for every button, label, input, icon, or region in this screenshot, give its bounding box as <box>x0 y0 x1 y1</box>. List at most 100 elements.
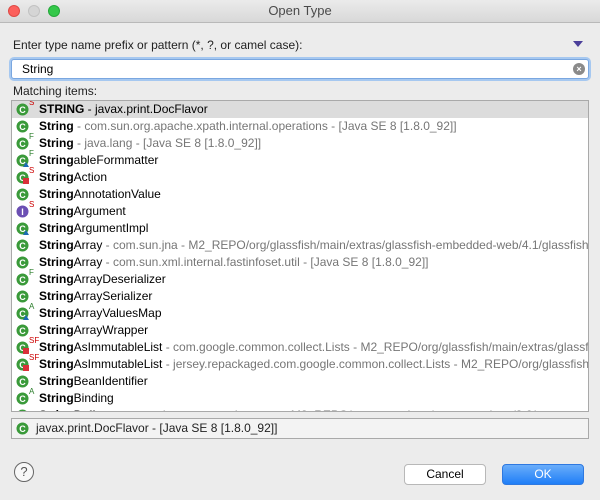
type-qualifier: - com.sun.jna - M2_REPO/org/glassfish/ma… <box>102 238 589 252</box>
svg-text:C: C <box>19 424 26 434</box>
match-text: String <box>39 323 74 337</box>
class-icon: C <box>16 290 29 303</box>
modifier-badge: F <box>29 149 34 158</box>
type-name-rest: Binding <box>73 391 114 405</box>
list-item[interactable]: C StringArraySerializer <box>12 288 588 305</box>
match-text: String <box>39 119 74 133</box>
list-item[interactable]: C S STRING - javax.print.DocFlavor <box>12 101 588 118</box>
match-text: String <box>39 238 74 252</box>
modifier-badge: SF <box>29 353 40 362</box>
svg-text:C: C <box>19 292 26 302</box>
class-icon: C <box>16 256 29 269</box>
list-item[interactable]: C StringArray - com.sun.xml.internal.fast… <box>12 254 588 271</box>
class-icon: C <box>16 137 29 150</box>
type-name-input[interactable] <box>12 60 582 78</box>
close-window-button[interactable] <box>8 5 20 17</box>
svg-text:C: C <box>19 275 26 285</box>
list-item[interactable]: C StringAnnotationValue <box>12 186 588 203</box>
list-item[interactable]: C StringBeanIdentifier <box>12 373 588 390</box>
list-item[interactable]: C StringBuffer - org.apache.commons.lang.… <box>12 407 588 412</box>
class-icon: C <box>16 120 29 133</box>
ok-button[interactable]: OK <box>502 464 584 485</box>
class-icon: C <box>16 409 29 412</box>
type-name-rest: AsImmutableList <box>73 357 163 371</box>
svg-text:C: C <box>19 258 26 268</box>
match-text: String <box>39 374 74 388</box>
class-default-icon: C <box>16 222 29 235</box>
class-icon: C <box>16 188 29 201</box>
modifier-badge: S <box>29 100 35 107</box>
match-text: String <box>39 306 74 320</box>
class-private-icon: C <box>16 341 29 354</box>
match-text: String <box>39 340 74 354</box>
type-name-rest: ArrayValuesMap <box>73 306 162 320</box>
zoom-window-button[interactable] <box>48 5 60 17</box>
modifier-badge: SF <box>29 336 40 345</box>
type-name-rest: ArrayWrapper <box>73 323 149 337</box>
type-name-rest: BeanIdentifier <box>73 374 148 388</box>
list-item[interactable]: C StringArray - com.sun.jna - M2_REPO/org… <box>12 237 588 254</box>
match-text: String <box>39 204 74 218</box>
matching-items-list[interactable]: C S STRING - javax.print.DocFlavor C String … <box>11 100 589 412</box>
svg-text:I: I <box>21 207 24 217</box>
match-text: String <box>39 357 74 371</box>
type-qualifier: - jersey.repackaged.com.google.common.co… <box>162 357 589 371</box>
svg-text:C: C <box>19 326 26 336</box>
list-item[interactable]: C F String - java.lang - [Java SE 8 [1.8.0… <box>12 132 588 152</box>
match-text: String <box>39 187 74 201</box>
details-text: javax.print.DocFlavor - [Java SE 8 [1.8.… <box>36 421 278 435</box>
list-item[interactable]: C A StringArrayValuesMap <box>12 302 588 322</box>
list-item[interactable]: C F StringArrayDeserializer <box>12 268 588 288</box>
list-item[interactable]: I S StringArgument <box>12 200 588 220</box>
svg-text:C: C <box>19 394 26 404</box>
match-text: String <box>39 408 74 411</box>
svg-text:C: C <box>19 377 26 387</box>
list-item[interactable]: C A StringBinding <box>12 387 588 407</box>
svg-text:C: C <box>19 411 26 412</box>
type-name-rest: Array <box>73 255 103 269</box>
type-name-rest: Argument <box>73 204 126 218</box>
modifier-badge: S <box>29 200 35 209</box>
class-icon: C <box>16 103 29 116</box>
type-name-rest: ArraySerializer <box>73 289 153 303</box>
modifier-badge: A <box>29 302 35 311</box>
view-menu-icon[interactable] <box>573 41 583 47</box>
class-private-icon: C <box>16 171 29 184</box>
type-qualifier: - org.apache.commons.lang.text - M2_REPO… <box>105 408 588 411</box>
svg-text:C: C <box>19 190 26 200</box>
list-item[interactable]: C S StringAction <box>12 166 588 186</box>
window-title: Open Type <box>268 3 332 18</box>
help-icon[interactable]: ? <box>14 462 34 482</box>
minimize-window-button[interactable] <box>28 5 40 17</box>
list-item[interactable]: C StringArrayWrapper <box>12 322 588 339</box>
title-bar: Open Type <box>0 0 600 23</box>
cancel-button[interactable]: Cancel <box>404 464 486 485</box>
modifier-badge: F <box>29 268 34 277</box>
match-text: String <box>39 391 74 405</box>
match-text: STRING <box>39 102 85 116</box>
match-text: String <box>39 170 74 184</box>
type-qualifier: - com.sun.xml.internal.fastinfoset.util … <box>102 255 429 269</box>
type-name-rest: AnnotationValue <box>73 187 161 201</box>
list-item[interactable]: C F StringableFormmatter <box>12 149 588 169</box>
match-text: String <box>39 221 74 235</box>
match-text: String <box>39 136 74 150</box>
type-name-rest: Array <box>73 238 103 252</box>
class-icon: C <box>16 375 29 388</box>
list-item[interactable]: C String - com.sun.org.apache.xpath.inter… <box>12 118 588 135</box>
match-text: String <box>39 153 74 167</box>
clear-search-icon[interactable]: × <box>573 63 585 75</box>
type-name-rest: AsImmutableList <box>73 340 163 354</box>
class-icon: C <box>16 324 29 337</box>
class-icon: C <box>16 392 29 405</box>
list-item[interactable]: C SF StringAsImmutableList - com.google.co… <box>12 336 589 356</box>
list-item[interactable]: C StringArgumentImpl <box>12 220 588 237</box>
list-item[interactable]: C SF StringAsImmutableList - jersey.repack… <box>12 353 589 373</box>
selected-item-details: C javax.print.DocFlavor - [Java SE 8 [1.… <box>11 418 589 439</box>
modifier-badge: A <box>29 387 35 396</box>
svg-text:C: C <box>19 105 26 115</box>
class-default-icon: C <box>16 154 29 167</box>
type-qualifier: - com.google.common.collect.Lists - M2_R… <box>162 340 589 354</box>
svg-text:C: C <box>19 241 26 251</box>
match-text: String <box>39 255 74 269</box>
